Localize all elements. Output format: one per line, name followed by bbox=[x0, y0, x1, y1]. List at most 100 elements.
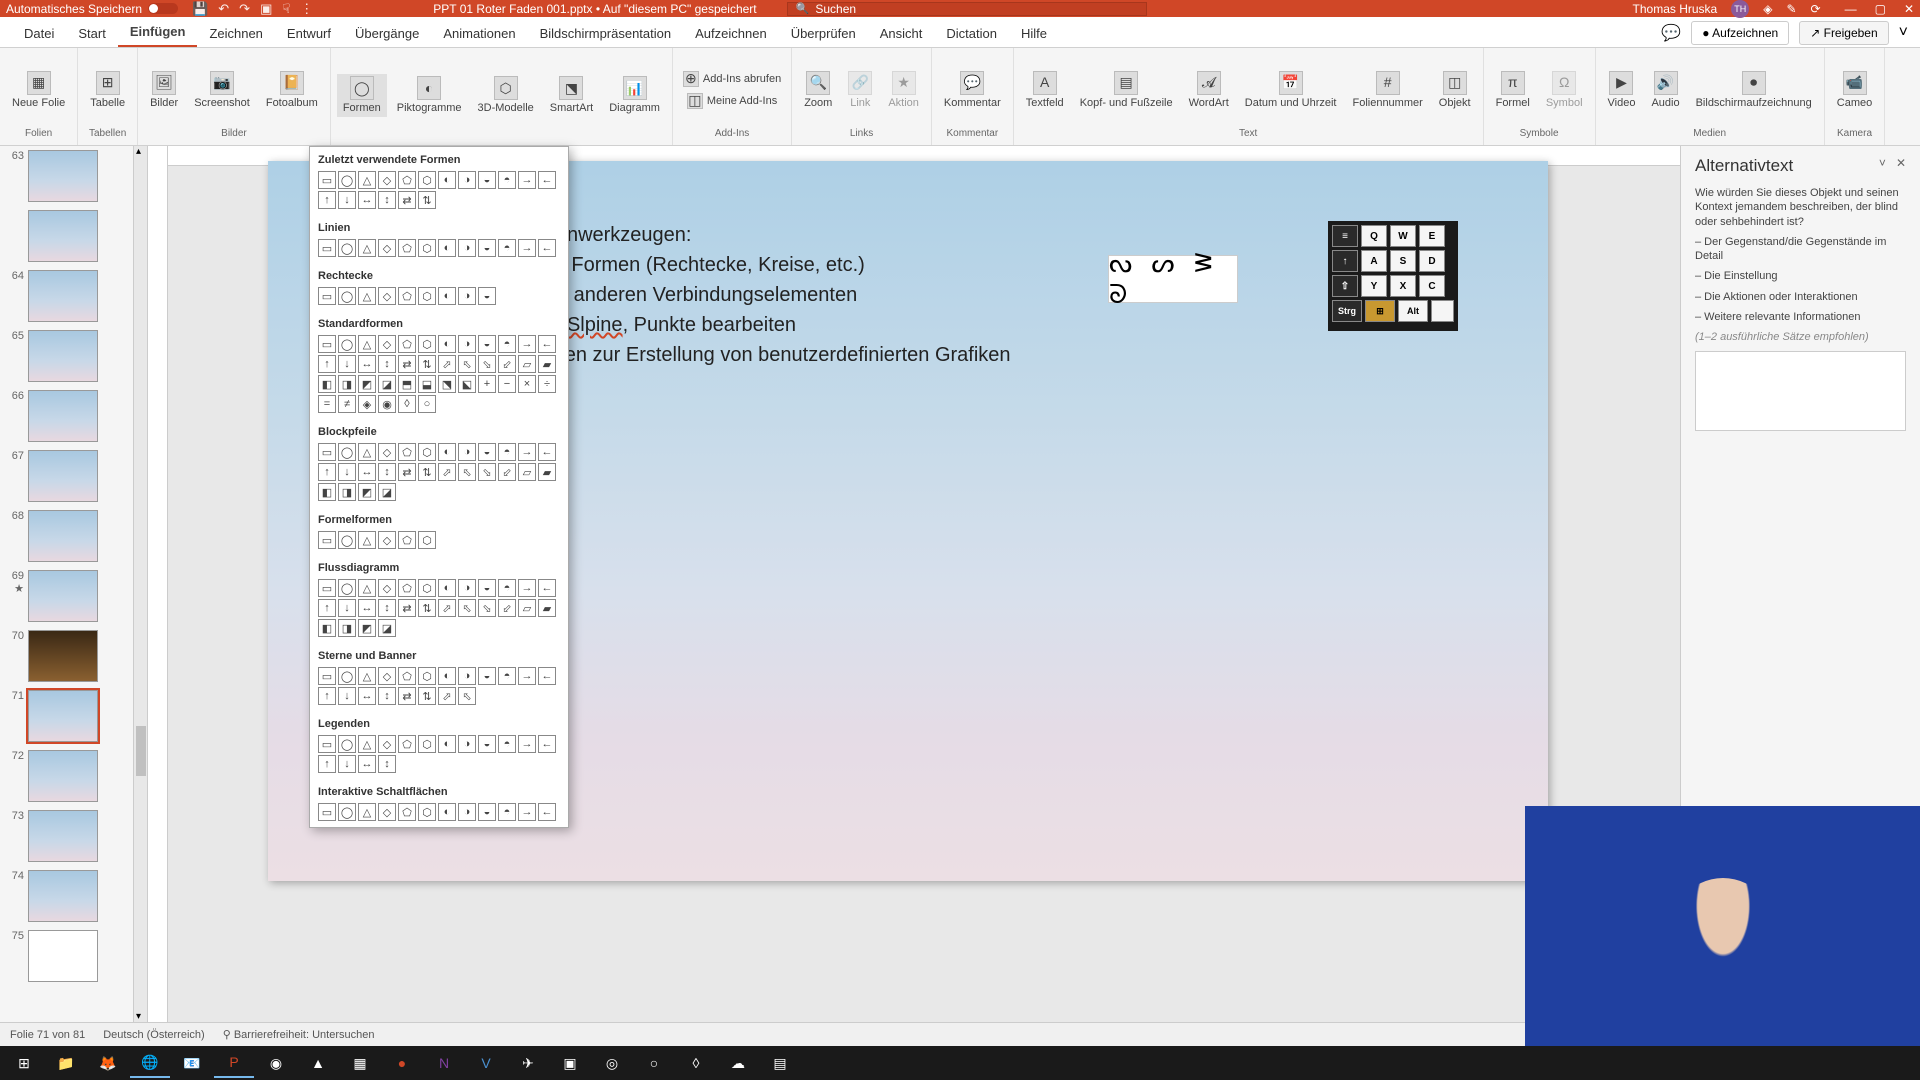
shape-option[interactable]: = bbox=[318, 395, 336, 413]
shape-option[interactable]: ⬡ bbox=[418, 531, 436, 549]
shape-option[interactable]: ◓ bbox=[498, 803, 516, 821]
shape-option[interactable]: ⬀ bbox=[438, 355, 456, 373]
slide-thumbnail[interactable] bbox=[28, 390, 98, 442]
shape-option[interactable]: ◯ bbox=[338, 335, 356, 353]
shape-option[interactable]: ↕ bbox=[378, 463, 396, 481]
shape-option[interactable]: ◊ bbox=[398, 395, 416, 413]
shape-option[interactable]: ↓ bbox=[338, 755, 356, 773]
shape-option[interactable]: ◒ bbox=[478, 443, 496, 461]
shape-option[interactable]: → bbox=[518, 667, 536, 685]
language-status[interactable]: Deutsch (Österreich) bbox=[103, 1029, 204, 1041]
shape-option[interactable]: ◪ bbox=[378, 375, 396, 393]
shape-option[interactable]: ▱ bbox=[518, 355, 536, 373]
slide-thumbnail[interactable] bbox=[28, 870, 98, 922]
shape-option[interactable]: ◧ bbox=[318, 375, 336, 393]
shape-option[interactable]: ÷ bbox=[538, 375, 556, 393]
shape-option[interactable]: ⬡ bbox=[418, 239, 436, 257]
collapse-ribbon-icon[interactable]: ˅ bbox=[1899, 24, 1908, 42]
screenrec-button[interactable]: ⏺Bildschirmaufzeichnung bbox=[1690, 69, 1818, 111]
shape-option[interactable]: ◐ bbox=[438, 443, 456, 461]
shape-option[interactable]: △ bbox=[358, 171, 376, 189]
slide-thumbnail[interactable] bbox=[28, 330, 98, 382]
header-footer-button[interactable]: ▤Kopf- und Fußzeile bbox=[1074, 69, 1179, 111]
slide-thumbnail[interactable] bbox=[28, 570, 98, 622]
shape-option[interactable]: ◩ bbox=[358, 619, 376, 637]
shape-option[interactable]: ◩ bbox=[358, 375, 376, 393]
shape-option[interactable]: ↓ bbox=[338, 355, 356, 373]
shape-option[interactable]: ◒ bbox=[478, 667, 496, 685]
shape-sample-box[interactable]: ᔓ ᔕ ᕒ ᘐ bbox=[1108, 255, 1238, 303]
shape-option[interactable]: ◨ bbox=[338, 375, 356, 393]
shape-option[interactable]: ← bbox=[538, 335, 556, 353]
slide-thumbnail[interactable] bbox=[28, 210, 98, 262]
shape-option[interactable]: △ bbox=[358, 803, 376, 821]
shape-option[interactable]: ◑ bbox=[458, 579, 476, 597]
shape-option[interactable]: ⬡ bbox=[418, 735, 436, 753]
shape-option[interactable]: ⇅ bbox=[418, 687, 436, 705]
shape-option[interactable]: ◇ bbox=[378, 287, 396, 305]
shape-option[interactable]: ← bbox=[538, 667, 556, 685]
shape-option[interactable]: ◓ bbox=[498, 579, 516, 597]
shape-option[interactable]: ↑ bbox=[318, 191, 336, 209]
shape-option[interactable]: ⬠ bbox=[398, 443, 416, 461]
search-bar[interactable]: 🔍 Suchen bbox=[787, 2, 1147, 16]
slide-thumbnail[interactable] bbox=[28, 630, 98, 682]
shape-option[interactable]: → bbox=[518, 803, 536, 821]
onenote-icon[interactable]: N bbox=[424, 1048, 464, 1078]
shape-option[interactable]: ◒ bbox=[478, 735, 496, 753]
shape-option[interactable]: ◇ bbox=[378, 579, 396, 597]
shape-option[interactable]: △ bbox=[358, 579, 376, 597]
slide-thumbnail[interactable] bbox=[28, 450, 98, 502]
datetime-button[interactable]: 📅Datum und Uhrzeit bbox=[1239, 69, 1343, 111]
shape-option[interactable]: ⬃ bbox=[498, 463, 516, 481]
shape-option[interactable]: ▭ bbox=[318, 579, 336, 597]
shape-option[interactable]: ↔ bbox=[358, 599, 376, 617]
tab-uebergaenge[interactable]: Übergänge bbox=[343, 20, 431, 47]
shape-option[interactable]: ◐ bbox=[438, 171, 456, 189]
shape-option[interactable]: ◑ bbox=[458, 735, 476, 753]
shape-option[interactable]: ◨ bbox=[338, 483, 356, 501]
user-avatar[interactable]: TH bbox=[1731, 0, 1749, 18]
shape-option[interactable]: ◒ bbox=[478, 287, 496, 305]
vlc-icon[interactable]: ▲ bbox=[298, 1048, 338, 1078]
shape-option[interactable]: ⇄ bbox=[398, 599, 416, 617]
sync-icon[interactable]: ⟳ bbox=[1811, 2, 1821, 16]
shape-option[interactable]: ⇄ bbox=[398, 463, 416, 481]
shape-option[interactable]: → bbox=[518, 239, 536, 257]
shape-option[interactable]: ◐ bbox=[438, 239, 456, 257]
slidenum-button[interactable]: #Foliennummer bbox=[1346, 69, 1428, 111]
shape-option[interactable]: ◐ bbox=[438, 803, 456, 821]
undo-icon[interactable]: ↶ bbox=[218, 1, 229, 17]
shape-option[interactable]: ◑ bbox=[458, 803, 476, 821]
shape-option[interactable]: ↔ bbox=[358, 355, 376, 373]
shape-option[interactable]: ⬠ bbox=[398, 531, 416, 549]
shape-option[interactable]: ◨ bbox=[338, 619, 356, 637]
shape-option[interactable]: ◯ bbox=[338, 443, 356, 461]
tab-dictation[interactable]: Dictation bbox=[934, 20, 1009, 47]
shape-option[interactable]: ⬁ bbox=[458, 599, 476, 617]
shape-option[interactable]: ◈ bbox=[358, 395, 376, 413]
shape-option[interactable]: ≠ bbox=[338, 395, 356, 413]
shape-option[interactable]: ◇ bbox=[378, 803, 396, 821]
shape-option[interactable]: ◐ bbox=[438, 579, 456, 597]
minimize-icon[interactable]: — bbox=[1845, 2, 1857, 16]
shape-option[interactable]: ◒ bbox=[478, 239, 496, 257]
shape-option[interactable]: △ bbox=[358, 239, 376, 257]
slide-counter[interactable]: Folie 71 von 81 bbox=[10, 1029, 85, 1041]
shape-option[interactable]: ↓ bbox=[338, 687, 356, 705]
tab-einfuegen[interactable]: Einfügen bbox=[118, 18, 198, 47]
shape-option[interactable]: ◇ bbox=[378, 443, 396, 461]
shape-option[interactable]: ⬠ bbox=[398, 171, 416, 189]
shape-option[interactable]: ← bbox=[538, 803, 556, 821]
shape-option[interactable]: ⬔ bbox=[438, 375, 456, 393]
shape-option[interactable]: ← bbox=[538, 239, 556, 257]
equation-button[interactable]: πFormel bbox=[1490, 69, 1536, 111]
shape-option[interactable]: ⬒ bbox=[398, 375, 416, 393]
shape-option[interactable]: ↔ bbox=[358, 463, 376, 481]
username[interactable]: Thomas Hruska bbox=[1633, 2, 1718, 16]
action-button[interactable]: ★Aktion bbox=[882, 69, 925, 111]
shape-option[interactable]: ↕ bbox=[378, 755, 396, 773]
shape-option[interactable]: △ bbox=[358, 667, 376, 685]
record-button[interactable]: ● Aufzeichnen bbox=[1691, 21, 1789, 45]
shape-option[interactable]: ↓ bbox=[338, 463, 356, 481]
